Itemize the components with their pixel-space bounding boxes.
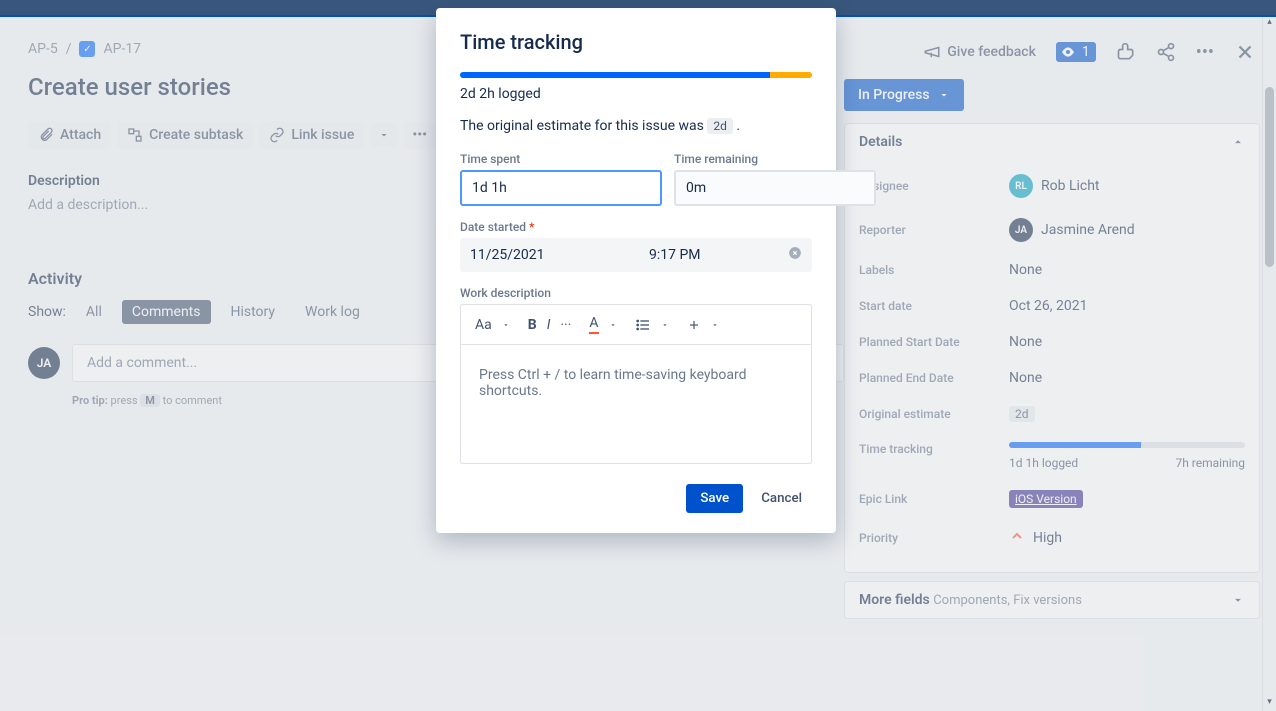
more-formatting-button[interactable]: ··· (560, 317, 571, 333)
insert-button[interactable] (687, 318, 719, 332)
time-value: 9:17 PM (609, 247, 788, 263)
chevron-down-icon (502, 321, 510, 329)
time-spent-input[interactable] (460, 170, 662, 206)
modal-title: Time tracking (460, 30, 812, 54)
time-remaining-input[interactable] (674, 170, 876, 206)
work-description-editor[interactable]: Press Ctrl + / to learn time-saving keyb… (460, 344, 812, 464)
chevron-down-icon (609, 321, 617, 329)
date-started-label: Date started * (460, 220, 812, 234)
work-description-label: Work description (460, 286, 812, 300)
editor-toolbar: Aa B I ··· A (460, 304, 812, 344)
text-color-icon: A (589, 315, 598, 334)
chevron-down-icon (711, 321, 719, 329)
cancel-button[interactable]: Cancel (751, 484, 812, 513)
save-button[interactable]: Save (686, 484, 743, 513)
plus-icon (687, 318, 701, 332)
time-tracking-modal: Time tracking 2d 2h logged The original … (436, 8, 836, 533)
text-color-button[interactable]: A (589, 315, 616, 334)
modal-progress-bar (460, 72, 812, 78)
list-icon (635, 317, 651, 333)
modal-logged-text: 2d 2h logged (460, 86, 812, 102)
estimate-suffix: . (736, 118, 740, 134)
estimate-prefix: The original estimate for this issue was (460, 118, 707, 134)
estimate-chip: 2d (707, 118, 733, 134)
date-started-input[interactable]: 11/25/2021 9:17 PM (460, 238, 812, 272)
time-remaining-label: Time remaining (674, 152, 876, 166)
time-spent-label: Time spent (460, 152, 662, 166)
modal-estimate-text: The original estimate for this issue was… (460, 118, 812, 134)
text-style-icon: Aa (475, 317, 492, 333)
date-value: 11/25/2021 (470, 247, 609, 263)
bold-button[interactable]: B (528, 317, 537, 333)
clear-date-button[interactable] (788, 246, 802, 264)
italic-button[interactable]: I (547, 317, 551, 333)
text-style-button[interactable]: Aa (475, 317, 510, 333)
chevron-down-icon (661, 321, 669, 329)
list-button[interactable] (635, 317, 669, 333)
